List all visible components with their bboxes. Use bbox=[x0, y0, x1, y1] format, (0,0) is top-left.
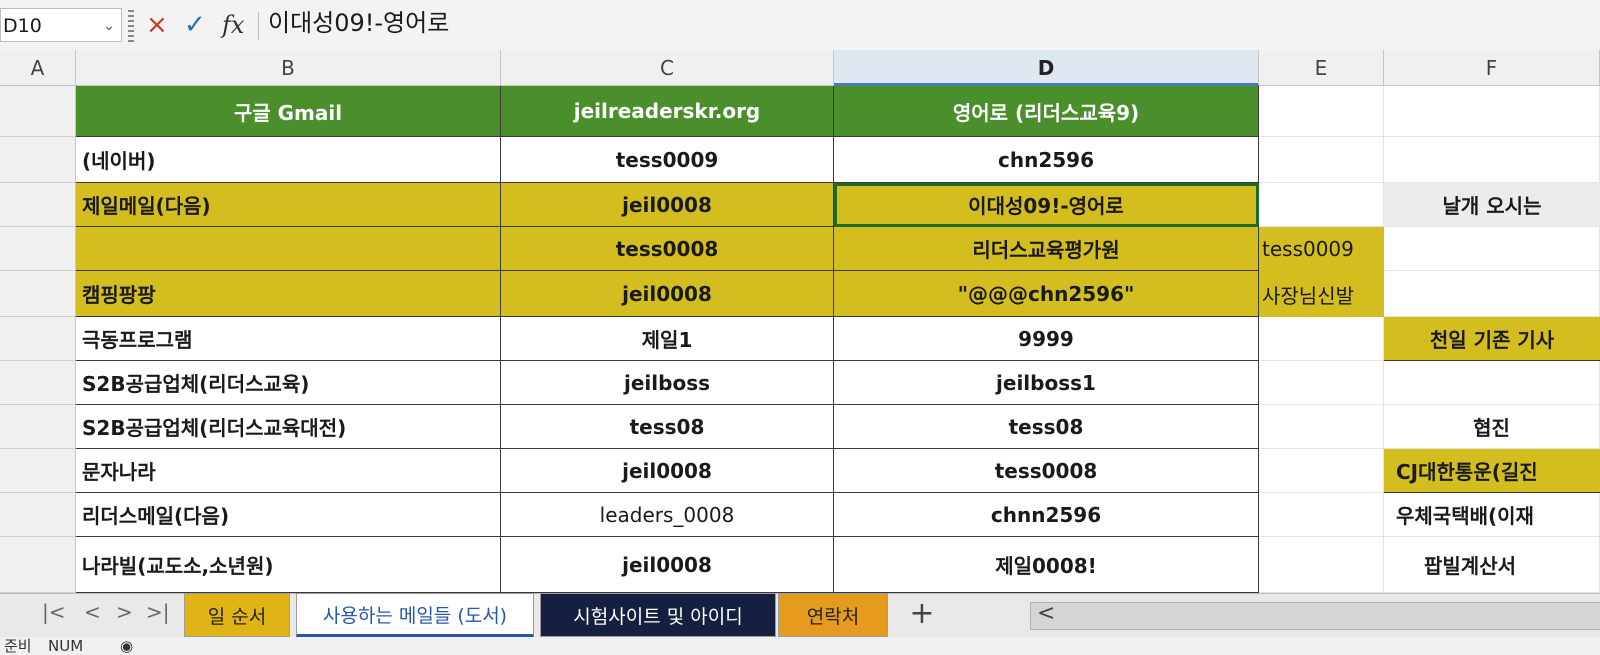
column-header-f[interactable]: F bbox=[1384, 50, 1600, 86]
header-cell-english[interactable]: 영어로 (리더스교육9) bbox=[834, 86, 1259, 137]
table-cell-f[interactable]: CJ대한통운(길진 bbox=[1384, 449, 1600, 493]
table-cell-e[interactable] bbox=[1259, 405, 1384, 449]
sheet-tab-work-order[interactable]: 일 순서 bbox=[184, 593, 290, 637]
table-cell-f[interactable] bbox=[1384, 361, 1600, 405]
sheet-tab-exam-sites[interactable]: 시험사이트 및 아이디 bbox=[540, 593, 776, 637]
row-header[interactable] bbox=[0, 317, 76, 361]
row-header[interactable] bbox=[0, 493, 76, 537]
table-cell-f[interactable]: 천일 기존 기사 bbox=[1384, 317, 1600, 361]
table-cell-e[interactable] bbox=[1259, 183, 1384, 227]
table-cell-f[interactable]: 팝빌계산서 bbox=[1384, 537, 1600, 593]
scroll-left-icon[interactable]: < bbox=[1037, 601, 1055, 626]
row-header[interactable] bbox=[0, 405, 76, 449]
next-sheet-icon[interactable]: > bbox=[116, 600, 133, 624]
table-cell-c[interactable]: jeil0008 bbox=[501, 449, 834, 493]
table-cell-e[interactable] bbox=[1259, 493, 1384, 537]
resize-grip-icon[interactable] bbox=[128, 10, 134, 42]
status-bar: 준비 NUM ◉ bbox=[0, 637, 1600, 655]
table-cell-d[interactable]: 9999 bbox=[834, 317, 1259, 361]
table-cell-e[interactable] bbox=[1259, 361, 1384, 405]
selected-cell-d[interactable]: 이대성09!-영어로 bbox=[834, 183, 1259, 227]
table-cell-d[interactable]: tess08 bbox=[834, 405, 1259, 449]
add-sheet-button[interactable]: + bbox=[903, 597, 941, 633]
formula-input[interactable]: 이대성09!-영어로 bbox=[268, 6, 449, 40]
table-cell-e[interactable]: tess0009 bbox=[1259, 227, 1384, 271]
status-num: NUM bbox=[48, 637, 84, 655]
table-cell-f[interactable]: 날개 오시는 bbox=[1384, 183, 1600, 227]
table-cell-b[interactable]: 리더스메일(다음) bbox=[76, 493, 501, 537]
table-cell-c[interactable]: tess0009 bbox=[501, 137, 834, 183]
table-cell-d[interactable]: tess0008 bbox=[834, 449, 1259, 493]
column-header-a[interactable]: A bbox=[0, 50, 76, 86]
name-box-value: D10 bbox=[3, 15, 42, 37]
insert-function-icon[interactable]: fx bbox=[222, 8, 244, 42]
table-cell-b[interactable]: 극동프로그램 bbox=[76, 317, 501, 361]
column-header-c[interactable]: C bbox=[501, 50, 834, 86]
row-header[interactable] bbox=[0, 449, 76, 493]
table-cell-c[interactable]: jeilboss bbox=[501, 361, 834, 405]
name-box[interactable]: D10 ⌄ bbox=[0, 8, 122, 42]
row-header[interactable] bbox=[0, 183, 76, 227]
horizontal-scrollbar[interactable]: < bbox=[1030, 601, 1600, 630]
table-cell-d[interactable]: 리더스교육평가원 bbox=[834, 227, 1259, 271]
table-cell-d[interactable]: jeilboss1 bbox=[834, 361, 1259, 405]
table-cell-c[interactable]: tess08 bbox=[501, 405, 834, 449]
row-header[interactable] bbox=[0, 271, 76, 317]
header-cell-gmail[interactable]: 구글 Gmail bbox=[76, 86, 501, 137]
table-cell-b[interactable]: 나라빌(교도소,소년원) bbox=[76, 537, 501, 593]
table-cell-e[interactable] bbox=[1259, 537, 1384, 593]
table-cell-d[interactable]: 제일0008! bbox=[834, 537, 1259, 593]
table-cell-c[interactable]: 제일1 bbox=[501, 317, 834, 361]
record-macro-icon[interactable]: ◉ bbox=[120, 637, 133, 655]
table-cell-c[interactable]: jeil0008 bbox=[501, 183, 834, 227]
table-cell-f[interactable]: 우체국택배(이재 bbox=[1384, 493, 1600, 537]
sheet-tab-contacts[interactable]: 연락처 bbox=[778, 593, 888, 637]
header-cell-jeilreaders[interactable]: jeilreaderskr.org bbox=[501, 86, 834, 137]
table-cell-c[interactable]: tess0008 bbox=[501, 227, 834, 271]
table-cell-e[interactable] bbox=[1259, 137, 1384, 183]
table-cell-c[interactable]: jeil0008 bbox=[501, 271, 834, 317]
table-cell-f[interactable] bbox=[1384, 227, 1600, 271]
table-cell-d[interactable]: chn2596 bbox=[834, 137, 1259, 183]
prev-sheet-icon[interactable]: < bbox=[84, 600, 101, 624]
table-cell-e[interactable] bbox=[1259, 449, 1384, 493]
table-cell-e[interactable]: 사장님신발 bbox=[1259, 271, 1384, 317]
formula-bar: D10 ⌄ × ✓ fx 이대성09!-영어로 bbox=[0, 0, 1600, 51]
row-header[interactable] bbox=[0, 537, 76, 593]
column-header-b[interactable]: B bbox=[76, 50, 501, 86]
table-cell-b[interactable]: S2B공급업체(리더스교육대전) bbox=[76, 405, 501, 449]
row-header[interactable] bbox=[0, 137, 76, 183]
confirm-icon[interactable]: ✓ bbox=[184, 8, 206, 42]
column-header-d[interactable]: D bbox=[834, 50, 1259, 86]
status-ready: 준비 bbox=[4, 637, 32, 655]
cancel-icon[interactable]: × bbox=[146, 8, 168, 42]
formula-divider bbox=[258, 12, 259, 40]
table-cell-d[interactable]: chnn2596 bbox=[834, 493, 1259, 537]
table-cell-f[interactable] bbox=[1384, 271, 1600, 317]
table-cell-f[interactable]: 협진 bbox=[1384, 405, 1600, 449]
row-header[interactable] bbox=[0, 361, 76, 405]
table-cell-b[interactable]: 제일메일(다음) bbox=[76, 183, 501, 227]
cell-f-header[interactable] bbox=[1384, 86, 1600, 137]
cell-e-header[interactable] bbox=[1259, 86, 1384, 137]
table-cell-c[interactable]: leaders_0008 bbox=[501, 493, 834, 537]
first-sheet-icon[interactable]: |< bbox=[42, 600, 66, 624]
table-cell-b[interactable]: 캠핑팡팡 bbox=[76, 271, 501, 317]
table-cell-c[interactable]: jeil0008 bbox=[501, 537, 834, 593]
row-header[interactable] bbox=[0, 86, 76, 137]
table-cell-b[interactable]: (네이버) bbox=[76, 137, 501, 183]
table-cell-b[interactable]: S2B공급업체(리더스교육) bbox=[76, 361, 501, 405]
table-cell-d[interactable]: "@@@chn2596" bbox=[834, 271, 1259, 317]
column-header-e[interactable]: E bbox=[1259, 50, 1384, 86]
table-cell-b[interactable] bbox=[76, 227, 501, 271]
sheet-tab-mail[interactable]: 사용하는 메일들 (도서) bbox=[296, 593, 534, 637]
table-cell-f[interactable] bbox=[1384, 137, 1600, 183]
row-header[interactable] bbox=[0, 227, 76, 271]
table-cell-e[interactable] bbox=[1259, 317, 1384, 361]
last-sheet-icon[interactable]: >| bbox=[146, 600, 170, 624]
chevron-down-icon[interactable]: ⌄ bbox=[103, 9, 115, 43]
table-cell-b[interactable]: 문자나라 bbox=[76, 449, 501, 493]
